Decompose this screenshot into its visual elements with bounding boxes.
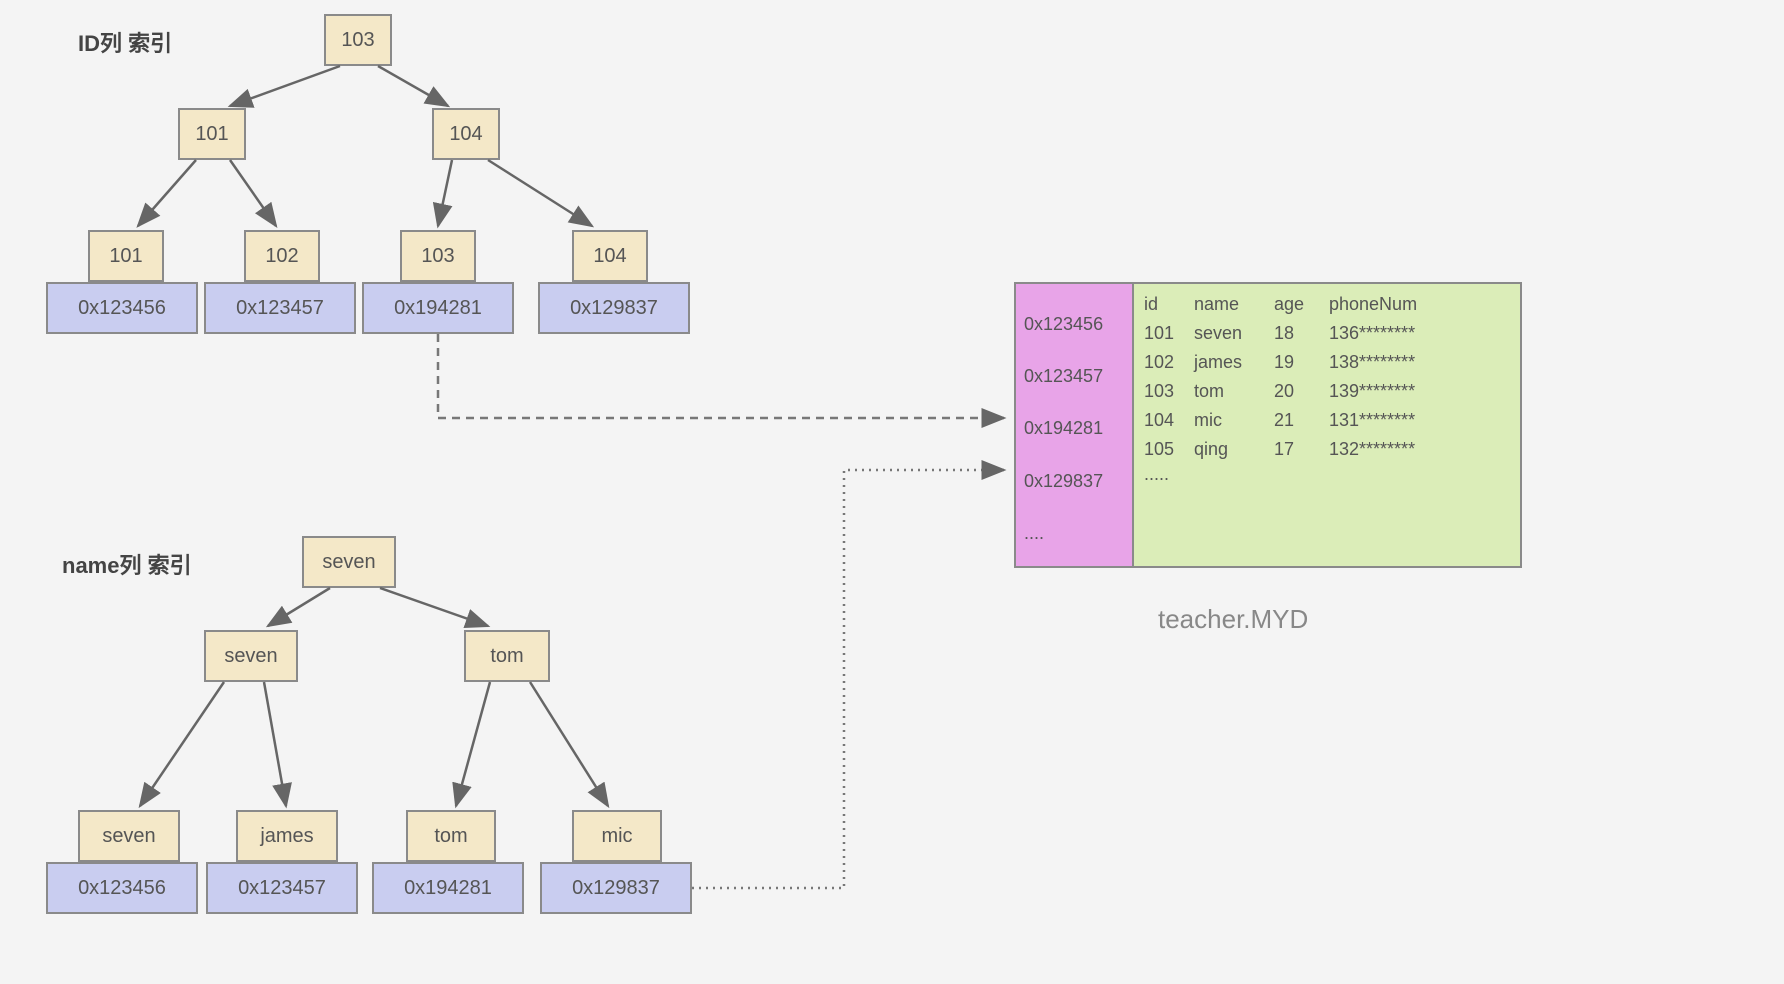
- table-more: .....: [1144, 464, 1510, 485]
- table-addr-ref: 0x123456: [1024, 314, 1124, 335]
- table-row: 103 tom 20 139********: [1144, 377, 1510, 406]
- cell: 105: [1144, 439, 1194, 460]
- cell: 139********: [1329, 381, 1510, 402]
- id-leaf4-addr: 0x129837: [538, 282, 690, 334]
- cell: 20: [1274, 381, 1329, 402]
- table-caption: teacher.MYD: [1158, 604, 1308, 635]
- name-index-title: name列 索引: [62, 548, 192, 580]
- cell: 103: [1144, 381, 1194, 402]
- id-root-node: 103: [324, 14, 392, 66]
- table-header: name: [1194, 294, 1274, 315]
- name-leaf2-addr: 0x123457: [206, 862, 358, 914]
- name-leaf1-key: seven: [78, 810, 180, 862]
- cell: 21: [1274, 410, 1329, 431]
- name-leaf3-addr: 0x194281: [372, 862, 524, 914]
- table-addr-ref: 0x129837: [1024, 471, 1124, 492]
- table-addr-ref: ....: [1024, 523, 1124, 544]
- id-leaf2-addr: 0x123457: [204, 282, 356, 334]
- cell: tom: [1194, 381, 1274, 402]
- table-row: 105 qing 17 132********: [1144, 435, 1510, 464]
- cell: 104: [1144, 410, 1194, 431]
- table-header: id: [1144, 294, 1194, 315]
- name-leaf4-key: mic: [572, 810, 662, 862]
- id-leaf3-key: 103: [400, 230, 476, 282]
- id-index-title: ID列 索引: [78, 26, 172, 58]
- id-l1-right-node: 104: [432, 108, 500, 160]
- name-leaf4-addr: 0x129837: [540, 862, 692, 914]
- table-addr-ref: 0x194281: [1024, 418, 1124, 439]
- cell: 132********: [1329, 439, 1510, 460]
- name-leaf2-key: james: [236, 810, 338, 862]
- table-addr-ref: 0x123457: [1024, 366, 1124, 387]
- name-l1-left-node: seven: [204, 630, 298, 682]
- cell: 19: [1274, 352, 1329, 373]
- table-header-row: id name age phoneNum: [1144, 290, 1510, 319]
- table-header: phoneNum: [1329, 294, 1510, 315]
- table-row: 101 seven 18 136********: [1144, 319, 1510, 348]
- cell: 131********: [1329, 410, 1510, 431]
- id-l1-left-node: 101: [178, 108, 246, 160]
- teacher-myd-table: 0x123456 0x123457 0x194281 0x129837 ....…: [1014, 282, 1522, 568]
- name-l1-right-node: tom: [464, 630, 550, 682]
- cell: 138********: [1329, 352, 1510, 373]
- cell: mic: [1194, 410, 1274, 431]
- cell: seven: [1194, 323, 1274, 344]
- table-header: age: [1274, 294, 1329, 315]
- cell: 101: [1144, 323, 1194, 344]
- id-leaf3-addr: 0x194281: [362, 282, 514, 334]
- id-leaf1-key: 101: [88, 230, 164, 282]
- table-addr-column: 0x123456 0x123457 0x194281 0x129837 ....: [1016, 284, 1134, 566]
- id-leaf2-key: 102: [244, 230, 320, 282]
- cell: 18: [1274, 323, 1329, 344]
- table-row: 104 mic 21 131********: [1144, 406, 1510, 435]
- cell: 136********: [1329, 323, 1510, 344]
- table-row: 102 james 19 138********: [1144, 348, 1510, 377]
- id-leaf1-addr: 0x123456: [46, 282, 198, 334]
- name-root-node: seven: [302, 536, 396, 588]
- cell: james: [1194, 352, 1274, 373]
- name-leaf1-addr: 0x123456: [46, 862, 198, 914]
- cell: 102: [1144, 352, 1194, 373]
- cell: qing: [1194, 439, 1274, 460]
- id-leaf4-key: 104: [572, 230, 648, 282]
- cell: 17: [1274, 439, 1329, 460]
- name-leaf3-key: tom: [406, 810, 496, 862]
- table-data-column: id name age phoneNum 101 seven 18 136***…: [1134, 284, 1520, 566]
